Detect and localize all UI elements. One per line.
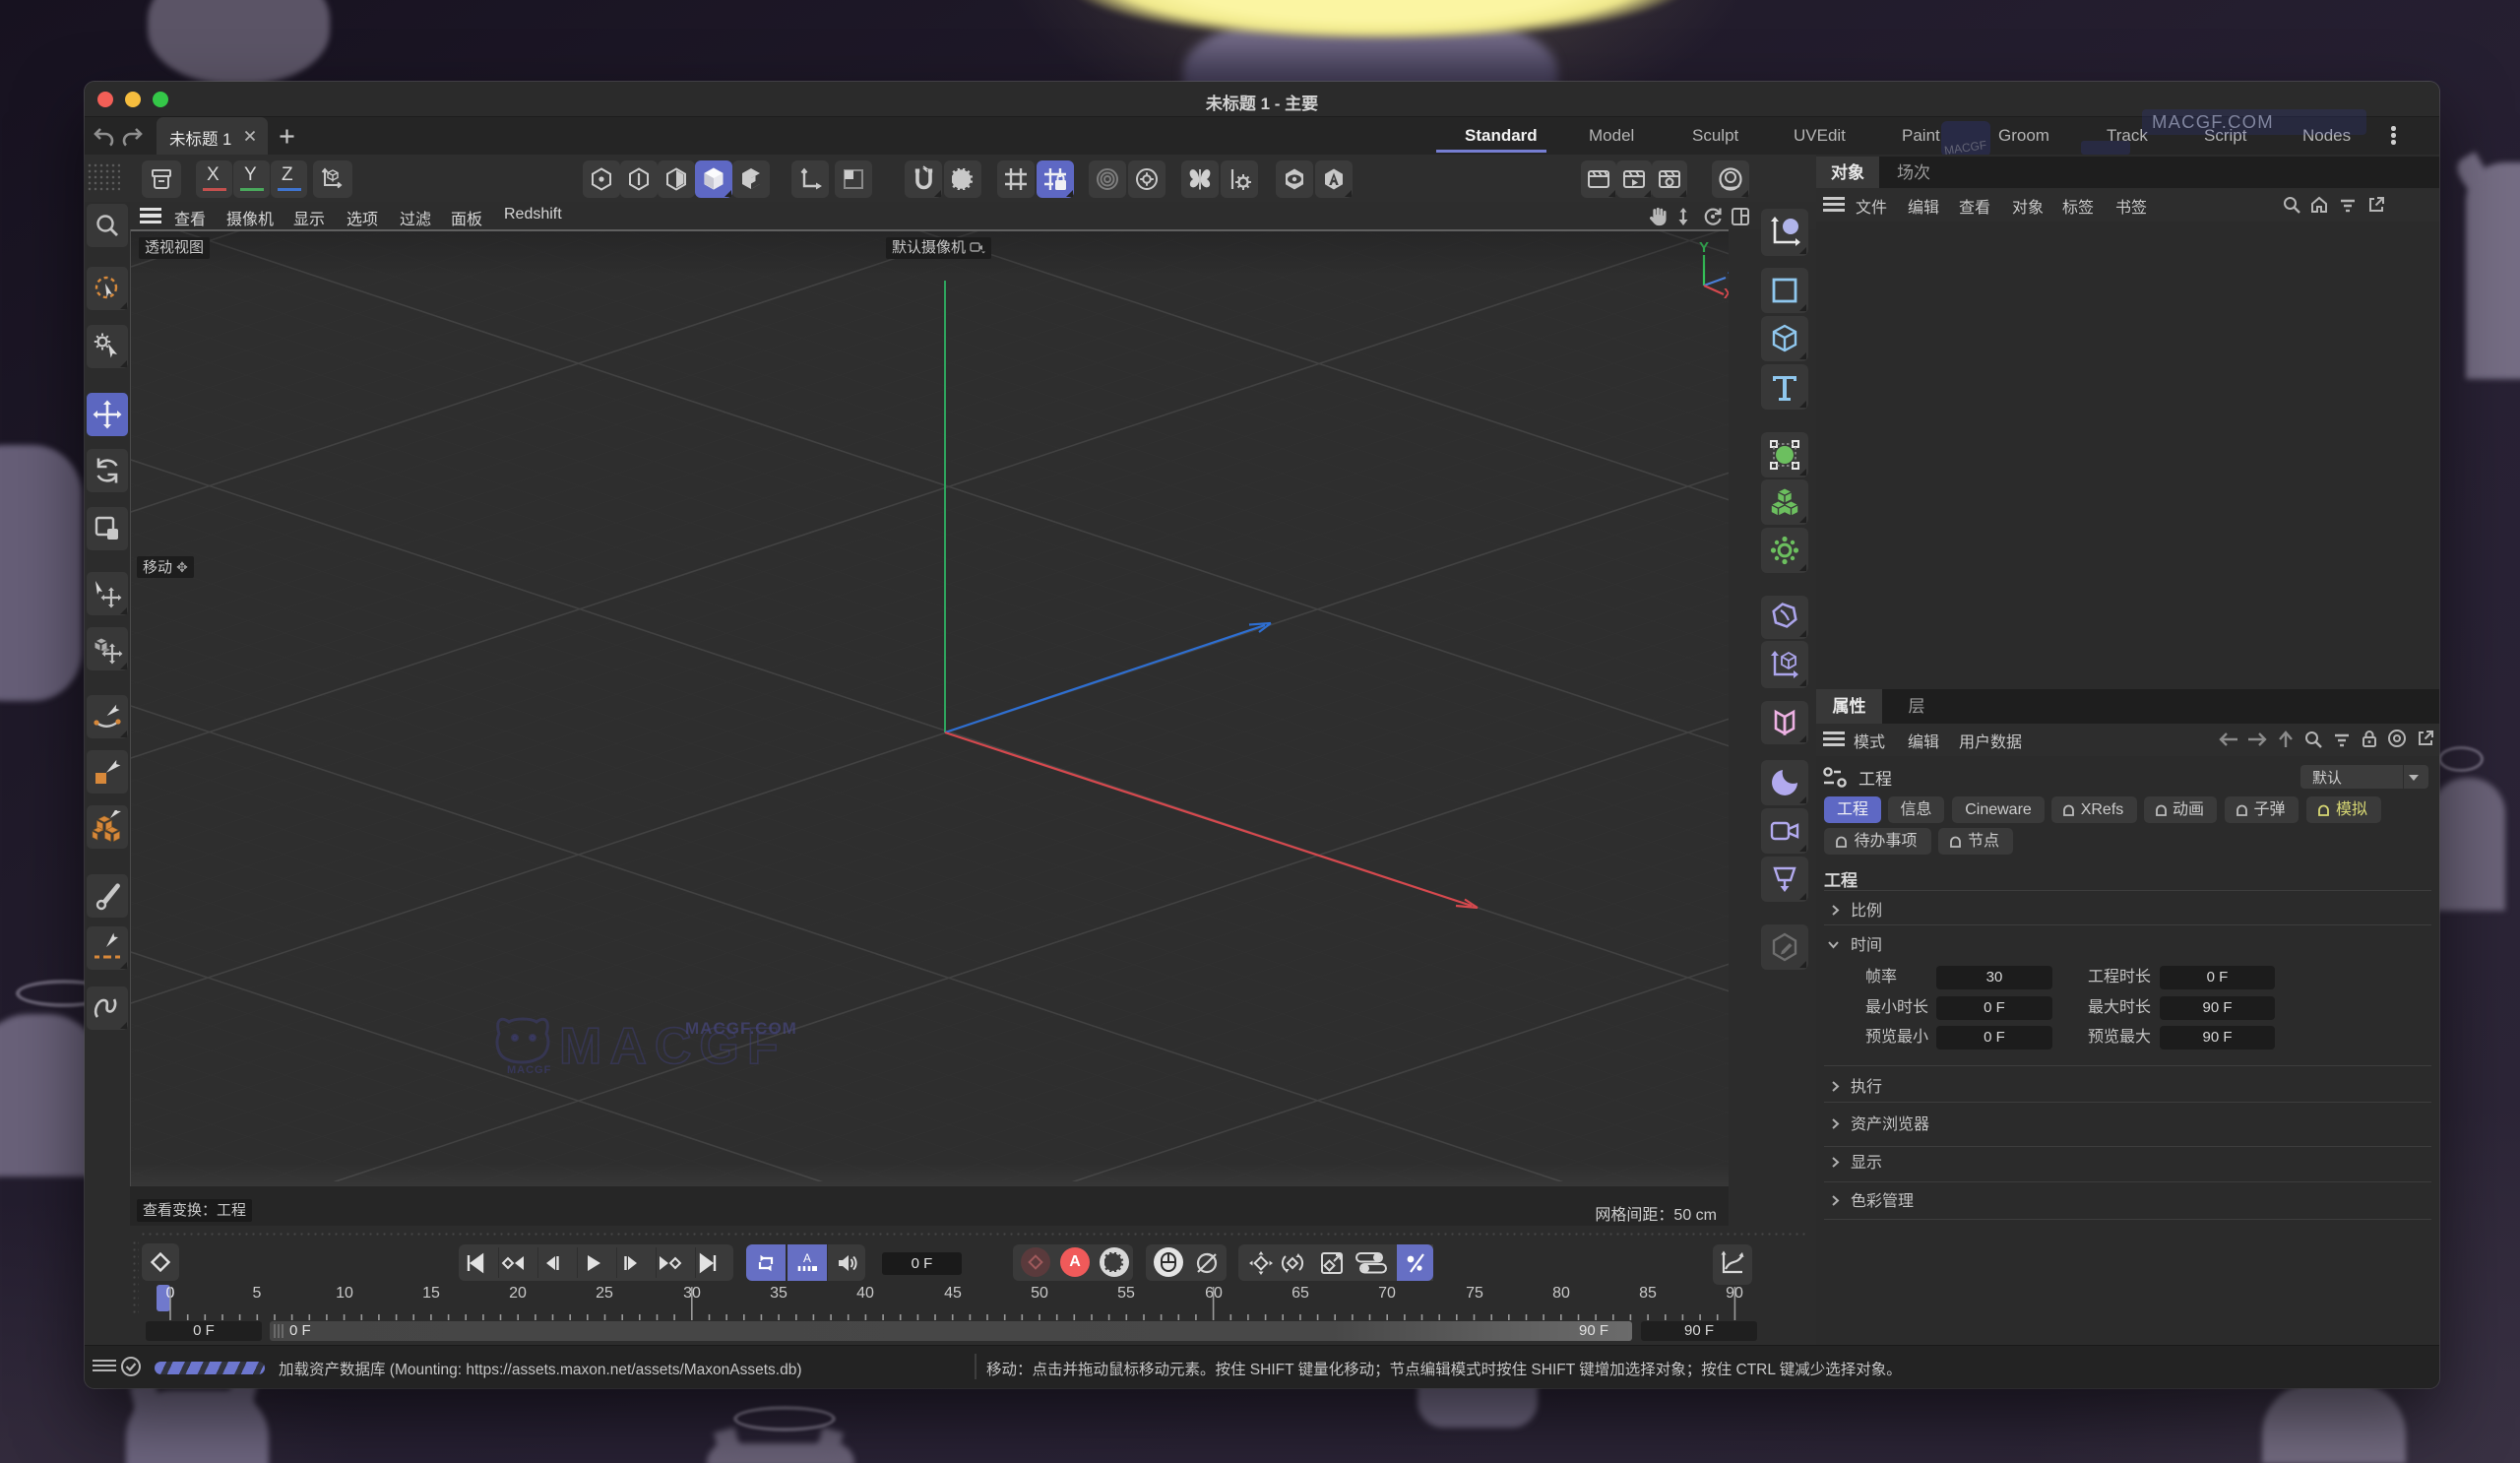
- svg-text:MACGF: MACGF: [507, 1064, 551, 1076]
